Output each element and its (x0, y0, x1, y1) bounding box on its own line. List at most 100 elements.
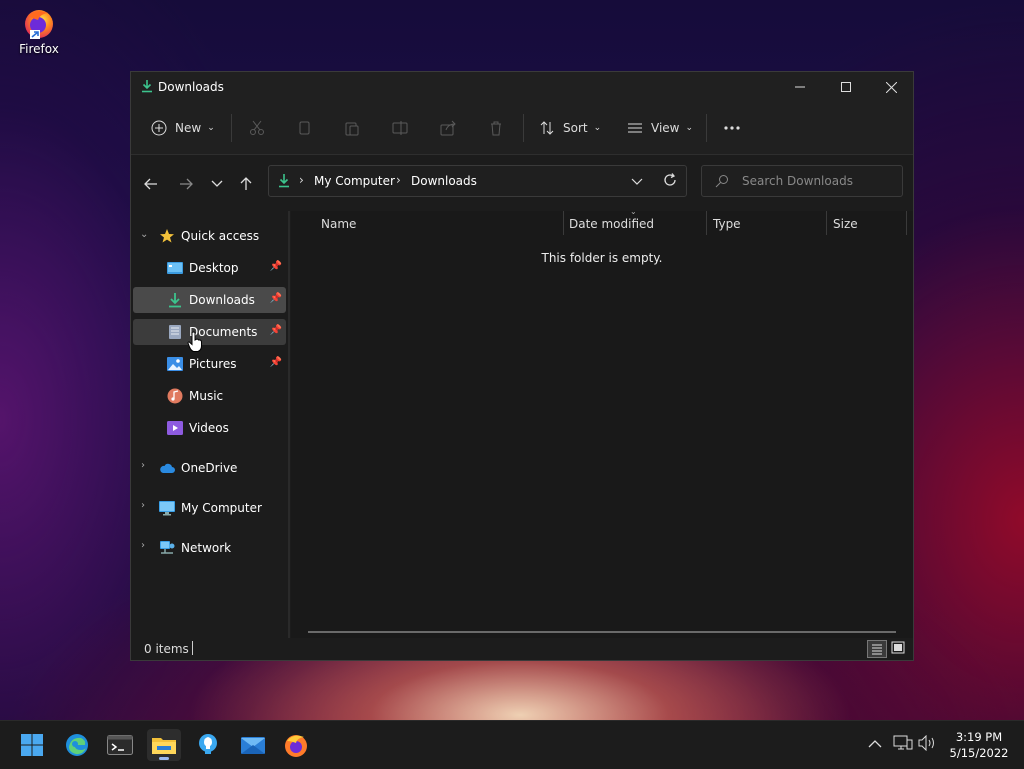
title-bar[interactable]: Downloads (131, 72, 913, 102)
view-label: View (651, 121, 680, 135)
taskbar-tips[interactable] (191, 729, 225, 761)
taskbar-mail[interactable] (236, 729, 270, 761)
sidebar-item-my-computer[interactable]: › My Computer (133, 495, 286, 521)
taskbar-edge[interactable] (60, 729, 94, 761)
horizontal-scrollbar[interactable] (308, 631, 896, 633)
sidebar-item-label: OneDrive (181, 461, 238, 475)
file-list: Name ⌄ Date modified Type Size This fold… (291, 207, 913, 639)
column-divider[interactable] (706, 211, 707, 235)
column-divider[interactable] (906, 211, 907, 235)
copy-button[interactable] (297, 116, 313, 140)
status-divider (192, 641, 193, 655)
back-button[interactable] (141, 175, 161, 193)
show-hidden-icons-button[interactable] (868, 738, 882, 752)
recent-locations-button[interactable] (207, 175, 227, 193)
sidebar-item-label: Pictures (189, 357, 237, 371)
paste-button[interactable] (344, 116, 360, 140)
sidebar-item-desktop[interactable]: Desktop 📌 (133, 255, 286, 281)
toolbar-divider (231, 114, 232, 142)
terminal-icon (107, 735, 133, 755)
column-header-date-modified[interactable]: Date modified (569, 217, 654, 231)
breadcrumb-separator-icon: › (396, 173, 401, 187)
refresh-button[interactable] (663, 173, 677, 190)
sidebar-item-videos[interactable]: Videos (133, 415, 286, 441)
sidebar-item-network[interactable]: › Network (133, 535, 286, 561)
address-history-button[interactable] (631, 175, 643, 189)
sidebar-item-quick-access[interactable]: ⌄ Quick access (133, 223, 286, 249)
breadcrumb-my-computer[interactable]: My Computer (314, 174, 395, 188)
trash-icon (491, 121, 501, 136)
navigation-pane-scrollbar[interactable] (288, 211, 290, 639)
minimize-button[interactable] (777, 72, 823, 102)
pin-icon: 📌 (269, 325, 282, 336)
more-icon (724, 126, 740, 130)
start-button[interactable] (15, 729, 49, 761)
network-wired-icon (893, 735, 913, 750)
sidebar-item-label: Quick access (181, 229, 260, 243)
volume-button[interactable] (918, 734, 938, 754)
refresh-icon (664, 173, 676, 186)
maximize-icon (841, 82, 851, 92)
clock-time: 3:19 PM (955, 730, 1003, 744)
taskbar-terminal[interactable] (103, 729, 137, 761)
clock[interactable]: 3:19 PM 5/15/2022 (944, 729, 1014, 761)
rename-button[interactable] (392, 116, 408, 140)
delete-button[interactable] (488, 116, 504, 140)
sidebar-item-label: Desktop (189, 261, 239, 275)
up-button[interactable] (236, 175, 256, 193)
new-label: New (175, 121, 202, 135)
maximize-button[interactable] (823, 72, 869, 102)
computer-icon (159, 500, 175, 516)
view-button[interactable]: View ⌄ (627, 116, 693, 140)
column-header-name[interactable]: Name (321, 217, 356, 231)
sidebar-item-downloads[interactable]: Downloads 📌 (133, 287, 286, 313)
window-title: Downloads (158, 80, 224, 94)
chevron-right-icon: › (141, 540, 145, 551)
rename-icon (392, 121, 408, 135)
share-icon (440, 120, 456, 136)
sidebar-item-pictures[interactable]: Pictures 📌 (133, 351, 286, 377)
item-count: 0 items (144, 642, 189, 656)
column-divider[interactable] (563, 211, 564, 235)
active-indicator (159, 757, 169, 760)
scissors-icon (250, 120, 264, 135)
taskbar-firefox[interactable] (279, 729, 313, 761)
arrow-up-icon (240, 177, 252, 190)
sidebar-item-documents[interactable]: Documents 📌 (133, 319, 286, 345)
forward-button[interactable] (176, 175, 196, 193)
column-header-type[interactable]: Type (713, 217, 741, 231)
chevron-down-icon: ⌄ (685, 123, 694, 133)
sort-button[interactable]: Sort ⌄ (539, 116, 601, 140)
breadcrumb-downloads[interactable]: Downloads (411, 174, 477, 188)
sidebar-item-onedrive[interactable]: › OneDrive (133, 455, 286, 481)
sort-icon (540, 121, 554, 135)
chevron-right-icon: › (141, 500, 145, 511)
cut-button[interactable] (249, 116, 265, 140)
cloud-icon (159, 460, 175, 476)
new-button[interactable]: New ⌄ (151, 116, 215, 140)
pictures-icon (167, 356, 183, 372)
search-box[interactable]: Search Downloads (701, 165, 903, 197)
download-icon (278, 173, 290, 191)
details-view-button[interactable] (867, 640, 887, 658)
mail-icon (241, 737, 265, 754)
chevron-right-icon: › (141, 460, 145, 471)
search-icon (715, 174, 729, 191)
share-button[interactable] (440, 116, 456, 140)
network-status-button[interactable] (893, 735, 913, 754)
see-more-button[interactable] (723, 116, 741, 140)
download-icon (141, 79, 153, 96)
column-header-size[interactable]: Size (833, 217, 858, 231)
desktop-folder-icon (167, 260, 183, 276)
chevron-up-icon (868, 740, 882, 748)
desktop-icon-firefox[interactable]: Firefox (12, 6, 66, 56)
clock-date: 5/15/2022 (949, 746, 1009, 760)
navigation-bar: › My Computer › Downloads Search Downloa… (131, 155, 913, 211)
address-bar[interactable]: › My Computer › Downloads (268, 165, 687, 197)
column-divider[interactable] (826, 211, 827, 235)
taskbar-file-explorer[interactable] (147, 729, 181, 761)
hand-cursor-icon (187, 331, 203, 356)
large-icons-view-button[interactable] (890, 640, 908, 658)
sidebar-item-music[interactable]: Music (133, 383, 286, 409)
close-button[interactable] (868, 72, 914, 102)
